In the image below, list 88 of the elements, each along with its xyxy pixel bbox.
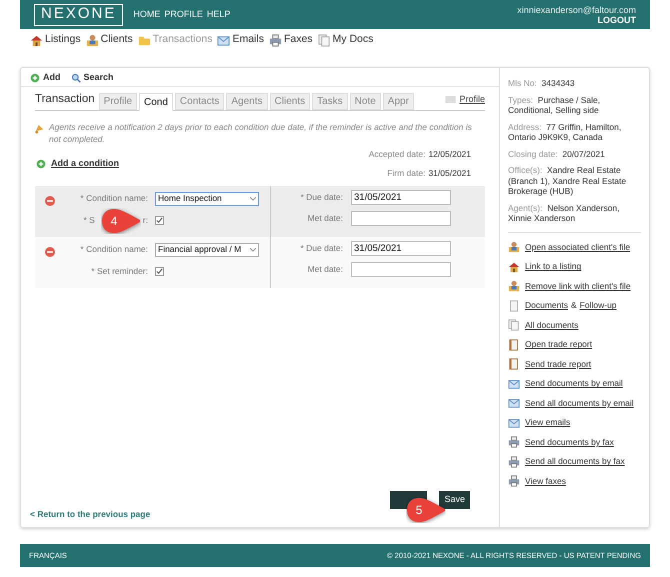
add-condition-link[interactable]: Add a condition [36, 157, 119, 170]
nav-link[interactable]: Emails [217, 32, 264, 48]
toolbar-button[interactable]: Add [30, 70, 60, 84]
printer-icon [508, 456, 520, 468]
action-link[interactable]: Open trade report [508, 338, 641, 352]
action-link[interactable]: All documents [508, 318, 641, 332]
person-icon [86, 34, 99, 46]
field-label: r: [142, 214, 148, 227]
documents-icon [318, 34, 331, 46]
menu-link[interactable]: HOME [133, 8, 160, 22]
field-label: * S [83, 214, 95, 227]
due-date-field[interactable]: 31/05/2021 [351, 190, 451, 204]
action-link[interactable]: Open associated client's file [508, 240, 641, 254]
action-link[interactable]: Documents [525, 299, 568, 312]
book-icon [508, 338, 520, 351]
condition-select[interactable]: Financial approval / M [155, 242, 259, 256]
notice-text: Agents receive a notification 2 days prior to each condition due date, if the reminder is active and the condition is not completed. [49, 121, 473, 145]
add-icon [36, 158, 46, 169]
documents-icon [508, 319, 520, 332]
house-icon [30, 34, 43, 46]
nav-link[interactable]: Listings [30, 32, 81, 48]
ampersand-text: & [571, 299, 577, 312]
card-icon [445, 96, 456, 103]
action-link[interactable]: Link to a listing [508, 260, 641, 274]
user-email: xinniexanderson@faltour.com [517, 4, 636, 14]
printer-icon [508, 436, 520, 448]
document-icon [508, 300, 520, 312]
field-label: Met date: [306, 262, 344, 276]
menu-link[interactable]: PROFILE [164, 8, 203, 22]
person-icon [508, 241, 520, 254]
action-link[interactable]: Send documents by email [508, 377, 641, 390]
met-date-field[interactable] [351, 262, 451, 276]
remove-icon[interactable] [45, 196, 55, 206]
date-label: Accepted date: [368, 148, 426, 161]
nav-link[interactable]: Clients [86, 32, 133, 48]
save-button[interactable]: Save [439, 491, 470, 509]
toolbar-button[interactable]: Search [70, 70, 114, 84]
envelope-icon [508, 397, 520, 410]
field-label: Met date: [306, 212, 344, 224]
search-icon [70, 72, 80, 82]
add-icon [30, 72, 40, 82]
date-value: 31/05/2021 [428, 166, 471, 180]
date-value: 12/05/2021 [428, 148, 471, 161]
profile-link[interactable]: Profile [445, 92, 485, 106]
nav-link[interactable]: My Docs [318, 32, 374, 48]
met-date-field[interactable] [351, 210, 451, 226]
tab[interactable]: Cond [139, 93, 173, 111]
field-label: * Condition name: [79, 243, 149, 256]
field-label: * Due date: [299, 242, 344, 254]
step-callout-tooltip: 5 [406, 497, 446, 523]
action-link[interactable]: View emails [508, 416, 641, 430]
detail-text: Address: 77 Griffin, Hamilton, Ontario J9K9K9, Canada [508, 122, 622, 142]
printer-icon [268, 34, 282, 46]
house-icon [508, 260, 520, 273]
envelope-icon [217, 34, 230, 46]
action-link[interactable]: Send all documents by fax [508, 455, 641, 468]
reminder-checkbox[interactable] [155, 216, 164, 225]
action-link[interactable]: Remove link with client's file [508, 280, 641, 293]
book-icon [508, 358, 520, 370]
menu-link[interactable]: HELP [206, 8, 230, 22]
printer-icon [508, 475, 520, 488]
envelope-icon [508, 416, 520, 429]
due-date-field[interactable]: 31/05/2021 [351, 240, 451, 256]
field-label: * Set reminder: [91, 265, 148, 278]
logout-link[interactable]: LOGOUT [598, 14, 636, 24]
action-link[interactable]: Send documents by fax [508, 436, 641, 449]
envelope-icon [508, 378, 520, 390]
field-label: * Due date: [299, 190, 344, 204]
logo[interactable]: NEXONE [34, 4, 124, 26]
section-title: Transaction [35, 92, 95, 107]
action-link[interactable]: View faxes [508, 474, 641, 488]
return-link[interactable]: < Return to the previous page [30, 508, 150, 521]
action-link[interactable]: Follow-up [580, 299, 617, 312]
person-icon [508, 280, 520, 292]
reminder-checkbox[interactable] [155, 267, 164, 276]
detail-text: Types: Purchase / Sale, Conditional, Selling side [508, 94, 602, 116]
detail-text: Agent(s): Nelson Xanderson, Xinnie Xanderson [508, 202, 621, 224]
nav-link[interactable]: Faxes [268, 32, 313, 48]
condition-select[interactable]: Home Inspection [155, 192, 259, 206]
field-label: * Condition name: [79, 192, 149, 205]
detail-text: Office(s): Xandre Real Estate (Branch 1), Xandre Real Estate Brokerage (HUB) [508, 165, 628, 196]
detail-text: Mls No: 3434343 [508, 78, 576, 88]
step-callout-tooltip: 4 [101, 208, 141, 234]
action-link[interactable]: Send trade report [508, 358, 641, 371]
date-label: Firm date: [387, 166, 426, 180]
action-link[interactable]: Send all documents by email [508, 396, 641, 410]
remove-icon[interactable] [45, 246, 55, 256]
detail-text: Closing date: 20/07/2021 [508, 148, 606, 159]
